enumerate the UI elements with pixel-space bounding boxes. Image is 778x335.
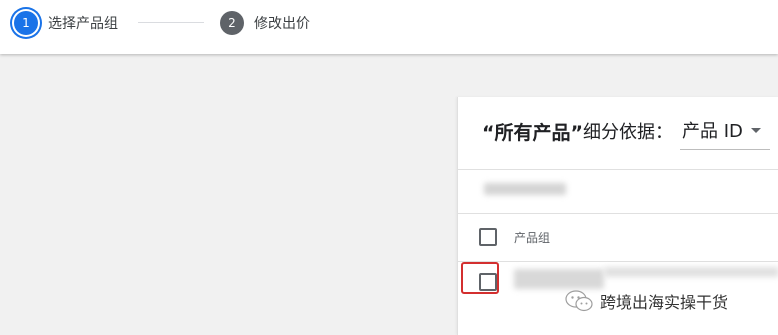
divider: [458, 169, 778, 170]
step-label: 修改出价: [254, 16, 310, 32]
chevron-down-icon: [750, 127, 761, 133]
blurred-text: [604, 267, 778, 277]
panel-title-group: “所有产品”: [482, 121, 583, 144]
watermark: 跨境出海实操干货: [564, 289, 728, 313]
watermark-text: 跨境出海实操干货: [600, 293, 729, 312]
blurred-text: [514, 269, 604, 289]
stepper: 1 选择产品组 2 修改出价: [0, 0, 778, 54]
column-header-product-group: 产品组: [514, 231, 551, 245]
step-connector: [138, 22, 204, 23]
step-modify-bid[interactable]: 2 修改出价: [220, 8, 310, 38]
subdivide-dimension-value: 产品 ID: [682, 121, 743, 142]
step-number-badge: 1: [14, 11, 38, 35]
step-number-badge: 2: [220, 11, 244, 35]
select-all-checkbox[interactable]: [479, 228, 497, 246]
subdivide-dimension-select[interactable]: 产品 ID: [680, 111, 770, 150]
divider: [458, 213, 778, 214]
panel-title-suffix: 细分依据：: [582, 122, 673, 143]
divider: [458, 261, 778, 262]
wechat-icon: [565, 290, 593, 312]
panel-title: “所有产品” 细分依据：: [482, 115, 673, 147]
highlight-annotation: [461, 262, 499, 294]
blurred-text: [484, 183, 566, 195]
step-select-product-group[interactable]: 1 选择产品组: [14, 8, 118, 38]
step-label: 选择产品组: [48, 16, 118, 32]
